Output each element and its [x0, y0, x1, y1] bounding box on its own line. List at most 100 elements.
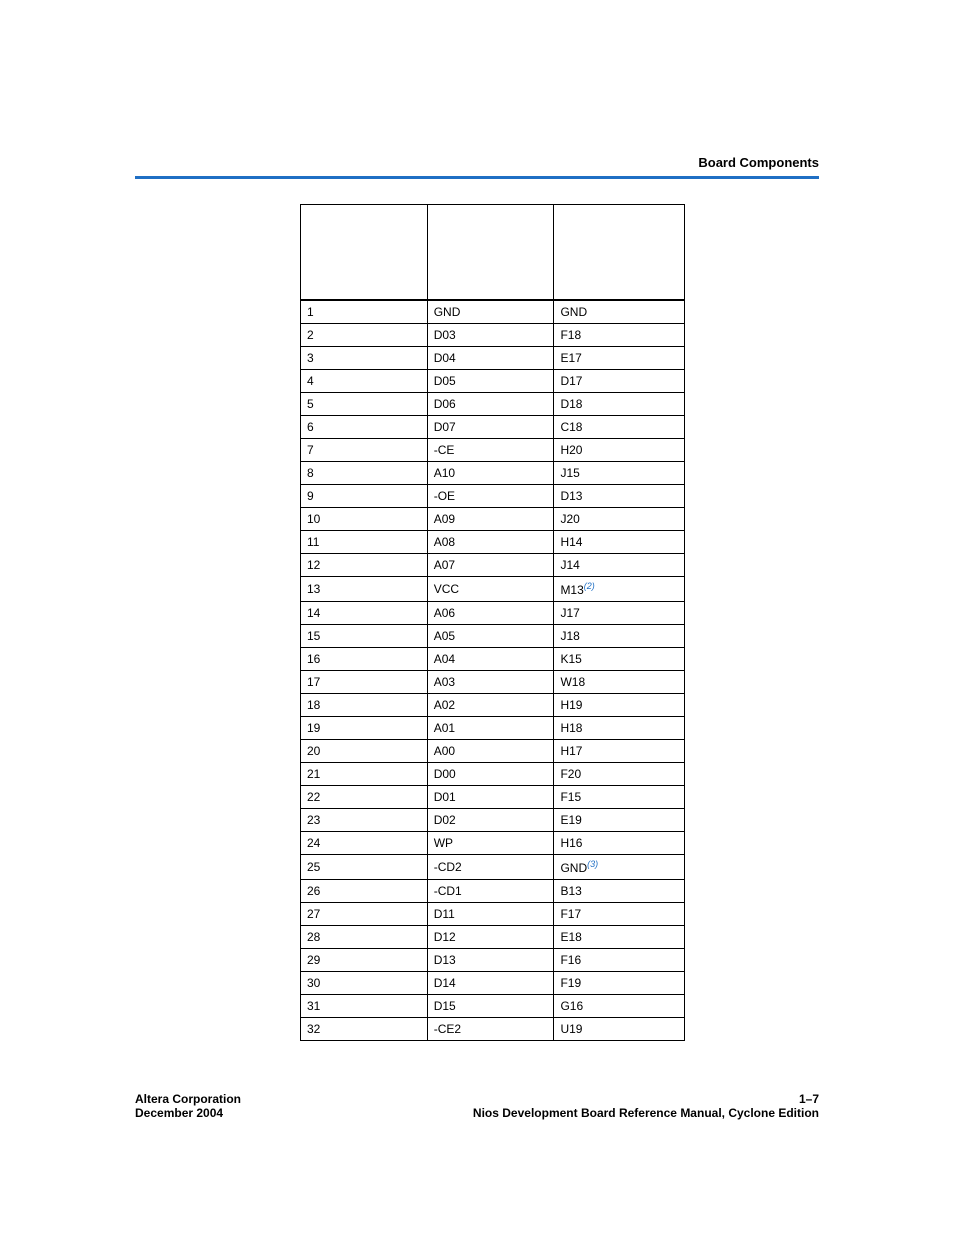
cell-pin-number: 23	[301, 808, 428, 831]
table-row: 5D06D18	[301, 392, 685, 415]
cell-pin-number: 22	[301, 785, 428, 808]
cell-signal-name: -CE2	[427, 1017, 554, 1040]
cell-fpga-pin: F15	[554, 785, 685, 808]
cell-signal-name: A05	[427, 624, 554, 647]
cell-signal-name: D00	[427, 762, 554, 785]
table-row: 14A06J17	[301, 601, 685, 624]
cell-pin-number: 21	[301, 762, 428, 785]
table-row: 20A00H17	[301, 739, 685, 762]
cell-fpga-pin: J15	[554, 461, 685, 484]
cell-signal-name: -CD2	[427, 854, 554, 879]
cell-signal-name: D04	[427, 346, 554, 369]
cell-pin-number: 3	[301, 346, 428, 369]
cell-fpga-pin: J14	[554, 553, 685, 576]
table-row: 6D07C18	[301, 415, 685, 438]
cell-pin-number: 25	[301, 854, 428, 879]
cell-fpga-pin: D18	[554, 392, 685, 415]
cell-fpga-pin: E17	[554, 346, 685, 369]
cell-pin-number: 1	[301, 300, 428, 324]
cell-fpga-pin: E18	[554, 925, 685, 948]
cell-pin-number: 32	[301, 1017, 428, 1040]
table-row: 19A01H18	[301, 716, 685, 739]
table-row: 11A08H14	[301, 530, 685, 553]
cell-pin-number: 17	[301, 670, 428, 693]
cell-pin-number: 26	[301, 879, 428, 902]
cell-pin-number: 8	[301, 461, 428, 484]
cell-fpga-pin: F16	[554, 948, 685, 971]
cell-fpga-pin: H18	[554, 716, 685, 739]
page: Board Components 1GNDGND2D03F183D04E174D…	[0, 0, 954, 1235]
cell-signal-name: D15	[427, 994, 554, 1017]
cell-signal-name: D02	[427, 808, 554, 831]
cell-signal-name: D14	[427, 971, 554, 994]
cell-pin-number: 19	[301, 716, 428, 739]
table-row: 23D02E19	[301, 808, 685, 831]
footer-company: Altera Corporation	[135, 1092, 241, 1106]
cell-pin-number: 13	[301, 576, 428, 601]
table-row: 22D01F15	[301, 785, 685, 808]
table-row: 12A07J14	[301, 553, 685, 576]
table-row: 18A02H19	[301, 693, 685, 716]
cell-signal-name: -CE	[427, 438, 554, 461]
cell-signal-name: A00	[427, 739, 554, 762]
cell-signal-name: D05	[427, 369, 554, 392]
footnote-ref: (2)	[584, 581, 595, 591]
cell-signal-name: A02	[427, 693, 554, 716]
cell-pin-number: 14	[301, 601, 428, 624]
cell-fpga-pin: GND(3)	[554, 854, 685, 879]
cell-signal-name: -OE	[427, 484, 554, 507]
cell-signal-name: D07	[427, 415, 554, 438]
cell-pin-number: 2	[301, 323, 428, 346]
table-row: 25-CD2GND(3)	[301, 854, 685, 879]
cell-pin-number: 9	[301, 484, 428, 507]
table-row: 17A03W18	[301, 670, 685, 693]
cell-fpga-pin: H20	[554, 438, 685, 461]
cell-fpga-pin: C18	[554, 415, 685, 438]
footer-left: Altera Corporation December 2004	[135, 1092, 241, 1120]
cell-fpga-pin: H16	[554, 831, 685, 854]
cell-fpga-pin: U19	[554, 1017, 685, 1040]
footer-page-number: 1–7	[473, 1092, 819, 1106]
table-row: 30D14F19	[301, 971, 685, 994]
cell-fpga-pin: D13	[554, 484, 685, 507]
cell-pin-number: 31	[301, 994, 428, 1017]
cell-signal-name: GND	[427, 300, 554, 324]
table-row: 24WPH16	[301, 831, 685, 854]
cell-signal-name: A03	[427, 670, 554, 693]
table-row: 28D12E18	[301, 925, 685, 948]
table-row: 21D00F20	[301, 762, 685, 785]
cell-fpga-pin: F19	[554, 971, 685, 994]
cell-fpga-pin: F20	[554, 762, 685, 785]
section-header: Board Components	[135, 155, 819, 176]
cell-pin-number: 29	[301, 948, 428, 971]
cell-signal-name: D01	[427, 785, 554, 808]
footer-manual-title: Nios Development Board Reference Manual,…	[473, 1106, 819, 1120]
cell-pin-number: 30	[301, 971, 428, 994]
table-row: 9-OED13	[301, 484, 685, 507]
table-row: 29D13F16	[301, 948, 685, 971]
table-row: 26-CD1B13	[301, 879, 685, 902]
cell-signal-name: WP	[427, 831, 554, 854]
cell-pin-number: 7	[301, 438, 428, 461]
cell-fpga-pin: H17	[554, 739, 685, 762]
table-row: 32-CE2U19	[301, 1017, 685, 1040]
cell-pin-number: 24	[301, 831, 428, 854]
cell-fpga-pin: H19	[554, 693, 685, 716]
cell-fpga-pin: GND	[554, 300, 685, 324]
pin-table-wrap: 1GNDGND2D03F183D04E174D05D175D06D186D07C…	[300, 204, 685, 1041]
footer-right: 1–7 Nios Development Board Reference Man…	[473, 1092, 819, 1120]
cell-signal-name: -CD1	[427, 879, 554, 902]
cell-signal-name: A06	[427, 601, 554, 624]
cell-fpga-pin: M13(2)	[554, 576, 685, 601]
cell-fpga-pin: W18	[554, 670, 685, 693]
cell-fpga-pin: K15	[554, 647, 685, 670]
cell-signal-name: D13	[427, 948, 554, 971]
footnote-ref: (3)	[587, 859, 598, 869]
cell-signal-name: A04	[427, 647, 554, 670]
cell-pin-number: 28	[301, 925, 428, 948]
table-row: 7-CEH20	[301, 438, 685, 461]
cell-pin-number: 16	[301, 647, 428, 670]
cell-pin-number: 6	[301, 415, 428, 438]
cell-signal-name: D06	[427, 392, 554, 415]
cell-fpga-pin: E19	[554, 808, 685, 831]
